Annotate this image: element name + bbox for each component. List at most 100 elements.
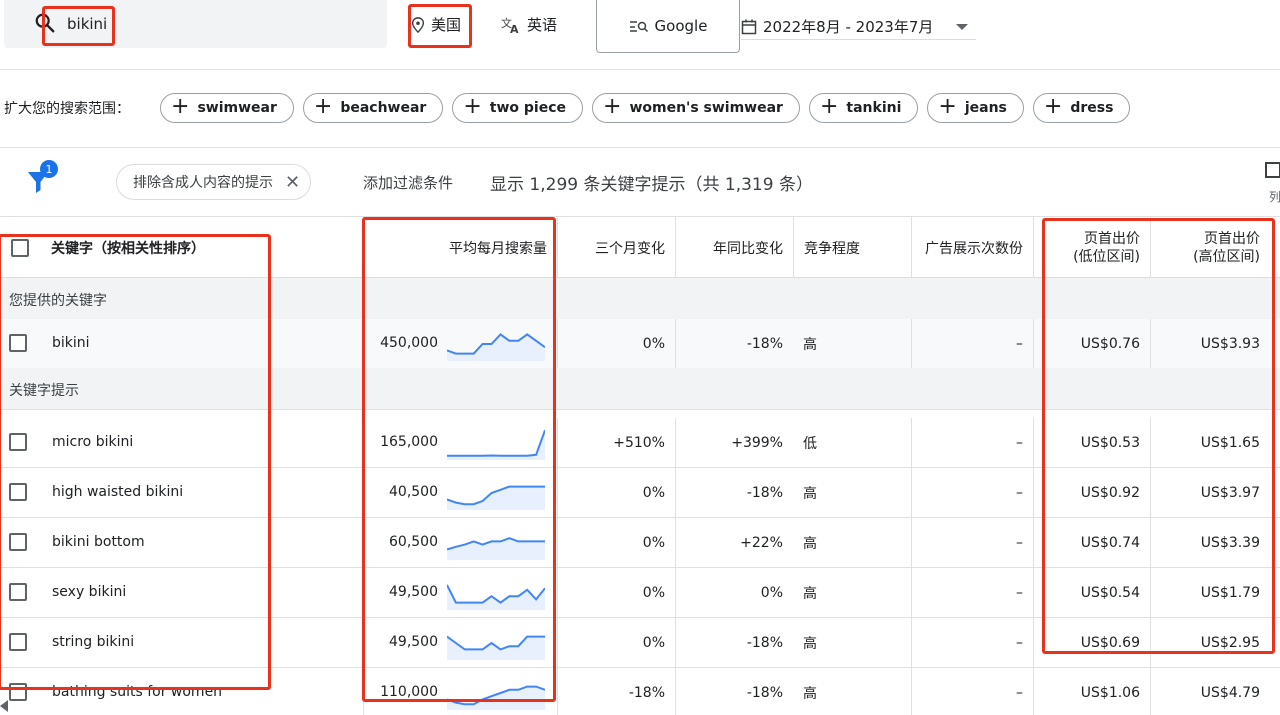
keyword-column-header[interactable]: 关键字（按相关性排序） — [0, 217, 363, 278]
yoy-change: -18% — [675, 319, 793, 368]
row-checkbox[interactable] — [9, 533, 27, 551]
avg-monthly-searches: 110,000 — [380, 684, 438, 700]
top-bid-high: US$4.79 — [1150, 668, 1270, 715]
search-network-icon — [629, 21, 648, 33]
top-bid-low-header-line2: (低位区间) — [1073, 248, 1140, 265]
row-checkbox[interactable] — [9, 683, 27, 701]
avg-monthly-header-label: 平均每月搜索量 — [449, 240, 547, 257]
keyword-text: bikini bottom — [52, 534, 145, 550]
add-filter-button[interactable]: 添加过滤条件 — [363, 172, 453, 193]
top-bid-low-header-line1: 页首出价 — [1084, 230, 1140, 247]
broaden-chip[interactable]: + women's swimwear — [592, 93, 800, 123]
search-network-selector[interactable]: Google — [596, 0, 740, 53]
broaden-chip[interactable]: + swimwear — [160, 93, 294, 123]
broaden-chip[interactable]: + jeans — [927, 93, 1024, 123]
top-bid-low-header[interactable]: 页首出价 (低位区间) — [1033, 217, 1150, 278]
row-checkbox[interactable] — [9, 483, 27, 501]
trend-sparkline — [447, 635, 545, 660]
scroll-left-arrow-icon[interactable] — [0, 700, 8, 712]
table-row[interactable]: high waisted bikini 40,500 0% -18% 高 – US$0.92… — [0, 468, 1280, 518]
avg-monthly-searches: 40,500 — [389, 484, 438, 500]
plus-icon: + — [819, 94, 839, 119]
filter-count-badge: 1 — [40, 160, 58, 178]
three-month-change-header[interactable]: 三个月变化 — [557, 217, 675, 278]
table-row[interactable]: micro bikini 165,000 +510% +399% 低 – US$0.53 US… — [0, 418, 1280, 468]
top-bid-low: US$0.76 — [1033, 319, 1150, 368]
broaden-chip[interactable]: + dress — [1032, 93, 1131, 123]
location-selector[interactable]: 美国 — [411, 14, 461, 35]
columns-label[interactable]: 列 — [1269, 188, 1280, 205]
table-row[interactable]: string bikini 49,500 0% -18% 高 – US$0.69 US$2.9… — [0, 618, 1280, 668]
location-label: 美国 — [431, 16, 462, 34]
plus-icon: + — [1043, 94, 1063, 119]
sparkline-area — [447, 486, 545, 510]
date-range-selector[interactable]: 2022年8月 - 2023年7月 — [741, 14, 976, 40]
broaden-chip-list: + swimwear + beachwear + two piece + women's sw… — [160, 93, 1131, 123]
yoy-change-header[interactable]: 年同比变化 — [675, 217, 793, 278]
table-header: 关键字（按相关性排序） 平均每月搜索量 三个月变化 年同比变化 竞争程度 广告展… — [0, 216, 1280, 278]
adult-content-filter-chip[interactable]: 排除含成人内容的提示 ✕ — [116, 164, 312, 200]
svg-text:A: A — [510, 23, 519, 34]
three-month-change: 0% — [557, 468, 675, 517]
row-checkbox[interactable] — [9, 334, 27, 352]
plus-icon: + — [463, 94, 482, 119]
row-checkbox[interactable] — [9, 583, 27, 601]
table-row[interactable]: bikini 450,000 0% -18% 高 – US$0.76 US$3.93 — [0, 319, 1280, 369]
search-icon — [35, 13, 55, 33]
competition-header[interactable]: 竞争程度 — [793, 217, 911, 278]
filter-row: 1 排除含成人内容的提示 ✕ 添加过滤条件 显示 1,299 条关键字提示（共 … — [0, 148, 1280, 216]
language-selector[interactable]: 文 A 英语 — [501, 14, 557, 35]
top-bid-high: US$1.79 — [1150, 568, 1270, 617]
avg-monthly-searches-header[interactable]: 平均每月搜索量 — [363, 217, 557, 278]
competition-level: 高 — [803, 585, 817, 602]
trend-sparkline — [447, 537, 545, 560]
select-all-checkbox[interactable] — [11, 238, 29, 257]
impression-share-header[interactable]: 广告展示次数份 — [911, 217, 1033, 278]
keyword-text: micro bikini — [52, 434, 134, 450]
columns-icon[interactable] — [1265, 162, 1280, 178]
three-month-change: 0% — [557, 618, 675, 667]
broaden-chip[interactable]: + beachwear — [302, 93, 444, 123]
yoy-change: -18% — [675, 468, 793, 517]
top-bid-low: US$0.54 — [1033, 568, 1150, 617]
location-pin-icon — [411, 16, 425, 33]
dropdown-caret-icon — [956, 23, 968, 30]
yoy-header-label: 年同比变化 — [713, 240, 783, 257]
top-bid-high: US$3.97 — [1150, 468, 1270, 517]
plus-icon: + — [603, 94, 622, 119]
broaden-chip-label: beachwear — [340, 100, 427, 116]
keyword-search-box[interactable]: bikini — [4, 0, 387, 48]
group-row-provided: 您提供的关键字 — [0, 278, 1280, 320]
top-bid-high-header[interactable]: 页首出价 (高位区间) — [1150, 217, 1270, 278]
top-bid-high-header-line2: (高位区间) — [1193, 248, 1260, 265]
broaden-chip-label: two piece — [489, 100, 566, 116]
table-row[interactable]: bathing suits for women 110,000 -18% -18% 高 –… — [0, 668, 1280, 715]
sparkline-area — [447, 585, 545, 610]
search-query[interactable]: bikini — [67, 15, 107, 33]
results-count: 显示 1,299 条关键字提示（共 1,319 条） — [490, 175, 813, 195]
competition-level: 高 — [803, 685, 817, 702]
row-checkbox[interactable] — [9, 433, 27, 451]
keyword-header-label: 关键字（按相关性排序） — [51, 240, 205, 257]
top-bid-high: US$3.93 — [1150, 319, 1270, 368]
competition-level: 高 — [803, 535, 817, 552]
top-bid-low: US$0.69 — [1033, 618, 1150, 667]
top-bar: bikini 美国 文 A 英语 Google 2022年8月 - 2023年7… — [0, 0, 1280, 70]
row-checkbox[interactable] — [9, 633, 27, 651]
top-bid-low: US$0.53 — [1033, 418, 1150, 467]
impression-share: – — [911, 618, 1033, 667]
impression-share-header-label: 广告展示次数份 — [925, 240, 1023, 257]
remove-filter-close-icon[interactable]: ✕ — [285, 172, 300, 193]
search-network-label: Google — [654, 17, 708, 35]
impression-share: – — [911, 319, 1033, 368]
avg-monthly-searches: 49,500 — [389, 634, 438, 650]
trend-sparkline — [447, 584, 545, 610]
avg-monthly-searches: 60,500 — [389, 534, 438, 550]
trend-sparkline — [447, 333, 545, 361]
table-row[interactable]: sexy bikini 49,500 0% 0% 高 – US$0.54 US$1.79 — [0, 568, 1280, 618]
broaden-chip[interactable]: + tankini — [808, 93, 919, 123]
broaden-chip-label: dress — [1070, 100, 1114, 116]
impression-share: – — [911, 468, 1033, 517]
table-row[interactable]: bikini bottom 60,500 0% +22% 高 – US$0.74 US$3.3… — [0, 518, 1280, 568]
broaden-chip[interactable]: + two piece — [452, 93, 583, 123]
